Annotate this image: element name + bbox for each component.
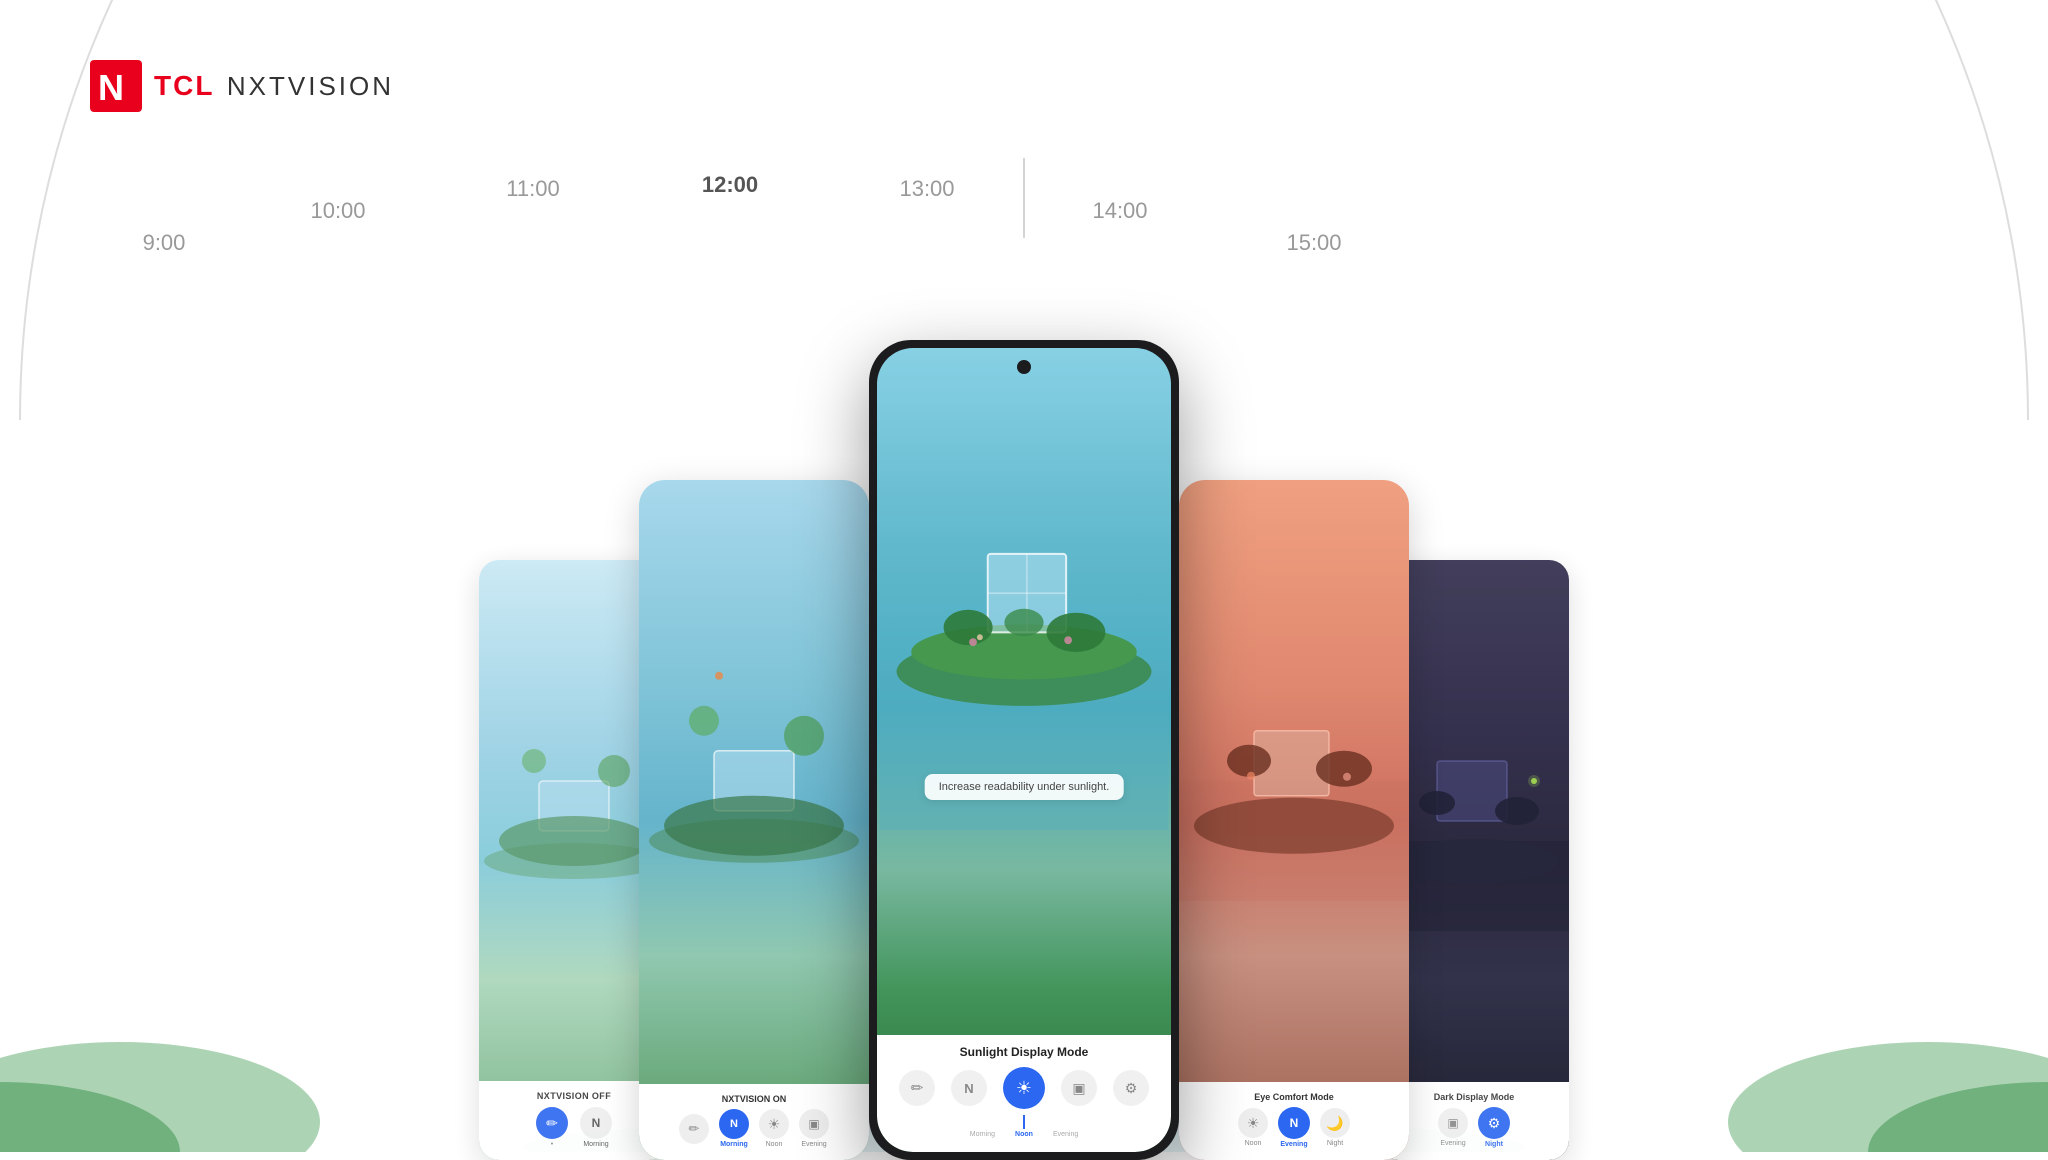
evening-label-e: Evening: [1280, 1141, 1307, 1148]
icon-film-night[interactable]: ▣ Evening: [1438, 1108, 1468, 1147]
icons-row-evening: ☀ Noon N Evening 🌙 Night: [1238, 1107, 1350, 1148]
screen-center: Increase readability under sunlight. Sun…: [869, 340, 1179, 1160]
n-icon: N: [580, 1107, 612, 1139]
dial-morning: Morning: [970, 1131, 995, 1138]
nxtvision-brand-label: NXTVISION: [227, 71, 394, 101]
scene-noon: [877, 348, 1171, 830]
center-mode-title: Sunlight Display Mode: [885, 1045, 1163, 1059]
dial-evening: Evening: [1053, 1131, 1078, 1138]
night-label-e: Night: [1327, 1140, 1343, 1147]
icon-n-eve[interactable]: N Evening: [1278, 1107, 1310, 1148]
night-label-n: Night: [1485, 1141, 1503, 1148]
morning-label-off: Morning: [583, 1141, 608, 1148]
bottom-ui-morning: NXTVISION ON ✏ N Morning ☀ Noon ▣ Evenin…: [639, 1084, 869, 1160]
pen-label: •: [551, 1141, 553, 1148]
icon-film-center[interactable]: ▣: [1061, 1070, 1097, 1106]
nxtvision-off-label: NXTVISION OFF: [537, 1091, 611, 1101]
center-icons-main: ✏ N ☀ ▣ ⚙: [885, 1067, 1163, 1109]
pen-center-icon: ✏: [899, 1070, 935, 1106]
screen-morning: NXTVISION ON ✏ N Morning ☀ Noon ▣ Evenin…: [639, 480, 869, 1160]
moon-eve-icon: 🌙: [1320, 1108, 1350, 1138]
icon-sun-eve[interactable]: ☀ Noon: [1238, 1108, 1268, 1147]
moon-night-icon: ⚙: [1478, 1107, 1510, 1139]
screen-evening: Eye Comfort Mode ☀ Noon N Evening 🌙 Nigh…: [1179, 480, 1409, 1160]
center-dial-row: Morning Noon Evening: [885, 1115, 1163, 1138]
gear-center-icon: ⚙: [1113, 1070, 1149, 1106]
center-bottom-ui: Sunlight Display Mode ✏ N ☀ ▣: [877, 1035, 1171, 1152]
sun-center-icon: ☀: [1003, 1067, 1045, 1109]
sun-eve-icon: ☀: [1238, 1108, 1268, 1138]
noon-label-e: Noon: [1245, 1140, 1262, 1147]
icon-n-off[interactable]: N Morning: [580, 1107, 612, 1148]
icon-n-center[interactable]: N: [951, 1070, 987, 1106]
n-center-icon: N: [951, 1070, 987, 1106]
svg-text:10:00: 10:00: [310, 198, 365, 223]
center-phone-notch: [1017, 360, 1031, 374]
evening-label-n: Evening: [1440, 1140, 1465, 1147]
tcl-brand-label: TCL: [154, 70, 214, 101]
icon-pen-morning[interactable]: ✏: [679, 1114, 709, 1144]
screens-container: NXTVISION OFF ✏ • N Morning: [0, 280, 2048, 1160]
icon-n-morning[interactable]: N Morning: [719, 1109, 749, 1148]
svg-text:13:00: 13:00: [899, 176, 954, 201]
icon-sun-center[interactable]: ☀: [1003, 1067, 1045, 1109]
pen-icon: ✏: [536, 1107, 568, 1139]
icons-row-morning: ✏ N Morning ☀ Noon ▣ Evening: [679, 1109, 829, 1148]
icon-film-morning[interactable]: ▣ Evening: [799, 1109, 829, 1148]
morning-label: Morning: [720, 1141, 748, 1148]
icon-pen-off[interactable]: ✏ •: [536, 1107, 568, 1148]
svg-text:N: N: [98, 67, 124, 108]
dial-noon: Noon: [1015, 1115, 1033, 1138]
svg-text:12:00: 12:00: [702, 172, 758, 197]
n-eve-icon: N: [1278, 1107, 1310, 1139]
icon-moon-night[interactable]: ⚙ Night: [1478, 1107, 1510, 1148]
tcl-n-logo: N: [90, 60, 142, 112]
svg-text:9:00: 9:00: [143, 230, 186, 255]
svg-text:14:00: 14:00: [1092, 198, 1147, 223]
pen-morning-icon: ✏: [679, 1114, 709, 1144]
n-blue-icon: N: [719, 1109, 749, 1139]
center-phone-screen: Increase readability under sunlight. Sun…: [877, 348, 1171, 1152]
icon-moon-eve[interactable]: 🌙 Night: [1320, 1108, 1350, 1147]
svg-text:11:00: 11:00: [506, 176, 559, 201]
svg-text:15:00: 15:00: [1286, 230, 1341, 255]
sunlight-tooltip: Increase readability under sunlight.: [925, 774, 1124, 800]
eye-comfort-label: Eye Comfort Mode: [1254, 1092, 1334, 1102]
evening-label-m: Evening: [801, 1141, 826, 1148]
scene-morning: [639, 480, 869, 902]
noon-indicator: [1023, 1115, 1025, 1129]
film-center-icon: ▣: [1061, 1070, 1097, 1106]
icons-row-off: ✏ • N Morning: [536, 1107, 612, 1148]
icon-pen-center[interactable]: ✏: [899, 1070, 935, 1106]
nxtvision-on-label: NXTVISION ON: [722, 1094, 787, 1104]
icon-sun-morning[interactable]: ☀ Noon: [759, 1109, 789, 1148]
icons-row-night: ▣ Evening ⚙ Night: [1438, 1107, 1510, 1148]
sun-morning-icon: ☀: [759, 1109, 789, 1139]
noon-label-m: Noon: [766, 1141, 783, 1148]
time-indicator-line: [1024, 158, 1025, 238]
bottom-ui-evening: Eye Comfort Mode ☀ Noon N Evening 🌙 Nigh…: [1179, 1082, 1409, 1160]
logo-area: N TCL NXTVISION: [90, 60, 394, 112]
icon-gear-center[interactable]: ⚙: [1113, 1070, 1149, 1106]
scene-evening: [1179, 480, 1409, 902]
film-night-icon: ▣: [1438, 1108, 1468, 1138]
dark-mode-label: Dark Display Mode: [1434, 1092, 1515, 1102]
film-morning-icon: ▣: [799, 1109, 829, 1139]
